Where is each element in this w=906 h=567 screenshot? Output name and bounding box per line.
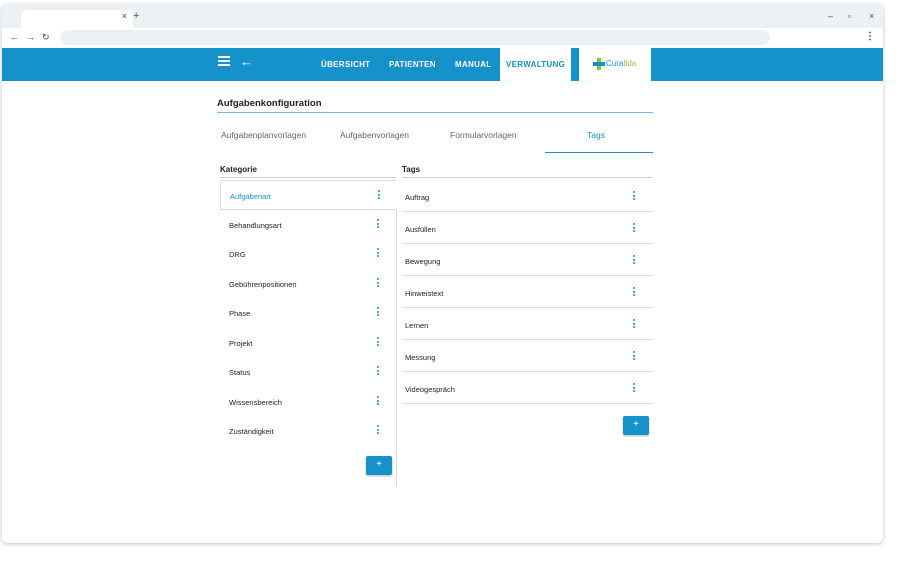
category-label: Gebührenpositionen bbox=[229, 280, 297, 289]
tab-close-icon[interactable]: × bbox=[122, 11, 127, 21]
browser-tab[interactable]: × bbox=[21, 10, 133, 28]
address-bar[interactable] bbox=[60, 30, 770, 45]
back-arrow-icon[interactable]: ← bbox=[240, 54, 253, 69]
tags-header-divider bbox=[402, 177, 652, 178]
more-vert-icon[interactable] bbox=[631, 319, 637, 331]
tag-item[interactable]: Messung bbox=[402, 340, 652, 372]
close-window-icon[interactable]: × bbox=[869, 11, 874, 21]
category-item[interactable]: Zuständigkeit bbox=[220, 416, 397, 446]
restore-icon[interactable]: ▫ bbox=[848, 11, 851, 21]
more-vert-icon[interactable] bbox=[375, 248, 381, 260]
hamburger-icon[interactable] bbox=[218, 56, 230, 68]
more-vert-icon[interactable] bbox=[376, 190, 382, 202]
browser-window: × + – ▫ × ← → ↻ ⋮ ← ÜBERSICHT PATIENTEN … bbox=[2, 4, 883, 543]
category-label: Projekt bbox=[229, 339, 253, 348]
more-vert-icon[interactable] bbox=[375, 366, 381, 378]
category-item[interactable]: DRG bbox=[220, 239, 397, 269]
nav-manual[interactable]: MANUAL bbox=[455, 48, 491, 81]
category-label: Phase bbox=[229, 309, 251, 318]
curafida-logo[interactable]: Curafida bbox=[579, 48, 651, 81]
more-vert-icon[interactable] bbox=[631, 351, 637, 363]
tag-item[interactable]: Bewegung bbox=[402, 244, 652, 276]
minimize-icon[interactable]: – bbox=[828, 11, 833, 21]
tag-label: Ausfüllen bbox=[405, 225, 436, 234]
category-label: Zuständigkeit bbox=[229, 427, 274, 436]
tab-aufgabenplanvorlagen[interactable]: Aufgabenplanvorlagen bbox=[221, 130, 306, 140]
more-vert-icon[interactable] bbox=[631, 255, 637, 267]
category-label: Behandlungsart bbox=[229, 221, 282, 230]
category-item[interactable]: Projekt bbox=[220, 328, 397, 358]
tag-label: Videogespräch bbox=[405, 385, 455, 394]
more-vert-icon[interactable] bbox=[631, 191, 637, 203]
more-vert-icon[interactable] bbox=[375, 278, 381, 290]
curafida-cross-icon bbox=[593, 58, 605, 70]
tab-aufgabenvorlagen[interactable]: Aufgabenvorlagen bbox=[340, 130, 409, 140]
tag-item[interactable]: Lernen bbox=[402, 308, 652, 340]
tag-label: Hinweistext bbox=[405, 289, 444, 298]
browser-menu-icon[interactable]: ⋮ bbox=[865, 31, 875, 42]
category-column-divider bbox=[396, 210, 397, 486]
category-label: Status bbox=[229, 368, 251, 377]
category-column-header: Kategorie bbox=[220, 165, 257, 174]
tag-label: Bewegung bbox=[405, 257, 441, 266]
more-vert-icon[interactable] bbox=[375, 307, 381, 319]
title-divider bbox=[217, 112, 653, 113]
browser-toolbar: ← → ↻ ⋮ bbox=[2, 28, 883, 48]
nav-patienten[interactable]: PATIENTEN bbox=[389, 48, 436, 81]
back-icon[interactable]: ← bbox=[10, 32, 19, 42]
category-item[interactable]: Status bbox=[220, 357, 397, 387]
more-vert-icon[interactable] bbox=[631, 383, 637, 395]
tag-item[interactable]: Hinweistext bbox=[402, 276, 652, 308]
tag-label: Lernen bbox=[405, 321, 429, 330]
category-item[interactable]: Phase bbox=[220, 298, 397, 328]
category-item[interactable]: Wissensbereich bbox=[220, 387, 397, 417]
tab-strip: × + – ▫ × bbox=[2, 4, 883, 28]
category-item[interactable]: Behandlungsart bbox=[220, 210, 397, 240]
add-tag-button[interactable]: + bbox=[623, 416, 649, 435]
tags-column-header: Tags bbox=[402, 165, 421, 174]
tag-item[interactable]: Ausfüllen bbox=[402, 212, 652, 244]
tag-item[interactable]: Videogespräch bbox=[402, 372, 652, 404]
active-tab-indicator bbox=[545, 152, 653, 153]
category-item[interactable]: Aufgabenart bbox=[220, 180, 397, 210]
tag-label: Messung bbox=[405, 353, 436, 362]
reload-icon[interactable]: ↻ bbox=[42, 32, 50, 43]
tag-label: Auftrag bbox=[405, 193, 430, 202]
category-label: Aufgabenart bbox=[230, 192, 271, 201]
category-header-divider bbox=[220, 177, 396, 178]
more-vert-icon[interactable] bbox=[375, 425, 381, 437]
more-vert-icon[interactable] bbox=[631, 287, 637, 299]
more-vert-icon[interactable] bbox=[375, 219, 381, 231]
more-vert-icon[interactable] bbox=[631, 223, 637, 235]
category-item[interactable]: Gebührenpositionen bbox=[220, 269, 397, 299]
tab-formularvorlagen[interactable]: Formularvorlagen bbox=[450, 130, 517, 140]
more-vert-icon[interactable] bbox=[375, 396, 381, 408]
category-label: Wissensbereich bbox=[229, 398, 282, 407]
app-header: ← ÜBERSICHT PATIENTEN MANUAL VERWALTUNG … bbox=[2, 48, 883, 81]
tag-item[interactable]: Auftrag bbox=[402, 180, 652, 212]
more-vert-icon[interactable] bbox=[375, 337, 381, 349]
new-tab-icon[interactable]: + bbox=[133, 10, 139, 22]
nav-verwaltung[interactable]: VERWALTUNG bbox=[500, 48, 572, 81]
tab-tags[interactable]: Tags bbox=[587, 130, 605, 140]
logo-text: Curafida bbox=[606, 59, 637, 68]
category-label: DRG bbox=[229, 250, 246, 259]
page-title: Aufgabenkonfiguration bbox=[217, 98, 322, 109]
add-category-button[interactable]: + bbox=[366, 456, 392, 475]
forward-icon[interactable]: → bbox=[26, 32, 35, 42]
nav-uebersicht[interactable]: ÜBERSICHT bbox=[321, 48, 370, 81]
